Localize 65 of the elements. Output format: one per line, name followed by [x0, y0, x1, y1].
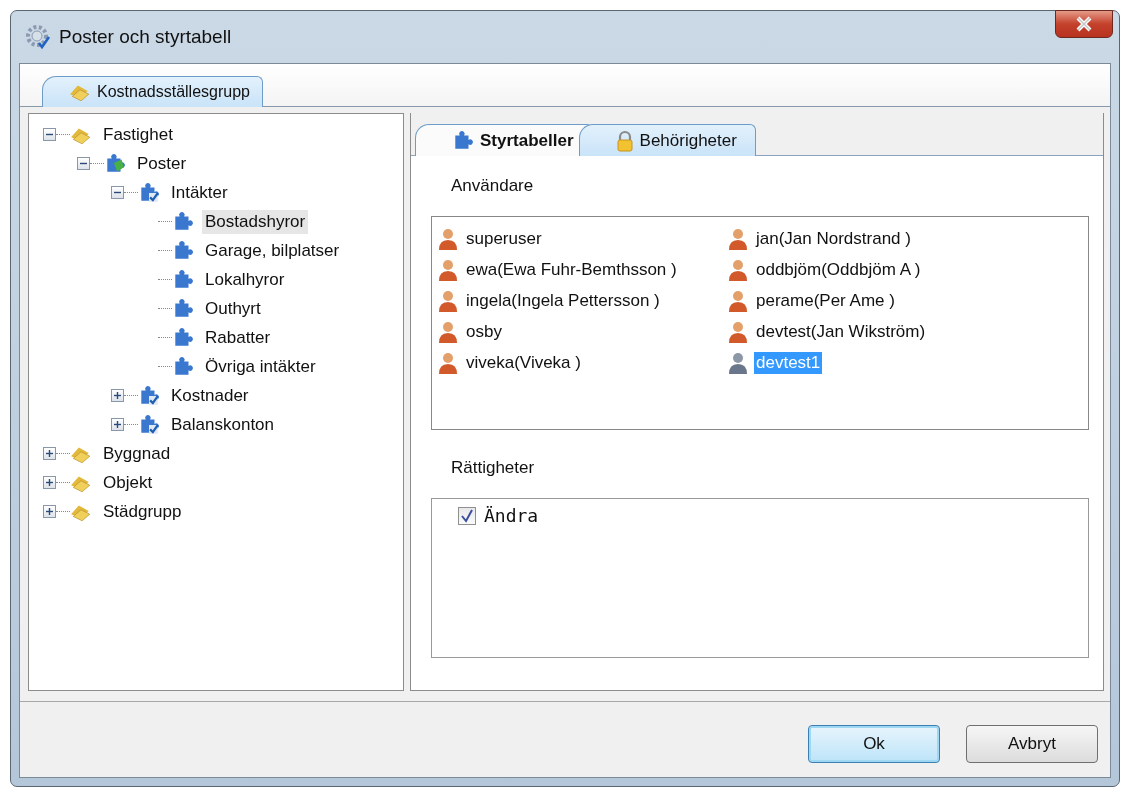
collapse-icon[interactable] — [111, 186, 124, 199]
close-button[interactable] — [1055, 10, 1113, 38]
tree-item[interactable]: Rabatter — [202, 325, 274, 350]
puzzle-icon — [138, 384, 160, 407]
user-item[interactable]: ewa(Ewa Fuhr-Bemthsson ) — [464, 258, 679, 281]
person-icon — [728, 319, 748, 344]
puzzle-icon — [138, 413, 160, 436]
tree-item[interactable]: Lokalhyror — [202, 267, 288, 292]
gear-icon — [25, 24, 51, 50]
expand-icon[interactable] — [43, 505, 56, 518]
puzzle-icon — [104, 152, 126, 175]
person-icon — [438, 226, 458, 251]
person-icon — [728, 226, 748, 251]
user-item[interactable]: ingela(Ingela Pettersson ) — [464, 289, 662, 312]
puzzle-icon — [172, 355, 194, 378]
user-item[interactable]: perame(Per Ame ) — [754, 289, 897, 312]
tree-item[interactable]: Städgrupp — [100, 499, 185, 524]
collapse-icon[interactable] — [77, 157, 90, 170]
tab[interactable]: Behörigheter — [578, 124, 756, 156]
section-label: Rättigheter — [451, 458, 536, 478]
tree-item[interactable]: Outhyrt — [202, 296, 264, 321]
person-icon — [438, 350, 458, 375]
collapse-icon[interactable] — [43, 128, 56, 141]
puzzle-icon — [172, 268, 194, 291]
puzzle-icon — [138, 181, 160, 204]
tree-item[interactable]: Fastighet — [100, 122, 176, 147]
user-item[interactable]: viveka(Viveka ) — [464, 351, 583, 374]
window-title: Poster och styrtabell — [59, 26, 233, 48]
puzzle-icon — [172, 210, 194, 233]
close-icon — [1074, 16, 1094, 32]
tree-item[interactable]: Garage, bilplatser — [202, 238, 343, 263]
puzzle-icon — [172, 326, 194, 349]
expand-icon[interactable] — [43, 476, 56, 489]
person-icon — [728, 288, 748, 313]
user-item[interactable]: devtest(Jan Wikström) — [754, 320, 928, 343]
user-item[interactable]: superuser — [464, 227, 544, 250]
tree-item[interactable]: Poster — [134, 151, 190, 176]
puzzle-icon — [172, 297, 194, 320]
checkbox-label: Ändra — [484, 505, 539, 526]
expand-icon[interactable] — [43, 447, 56, 460]
tree-item[interactable]: Kostnader — [168, 383, 252, 408]
person-icon — [438, 319, 458, 344]
puzzle-icon — [452, 129, 474, 152]
person-icon — [438, 288, 458, 313]
person-icon — [438, 257, 458, 282]
expand-icon[interactable] — [111, 418, 124, 431]
user-item[interactable]: jan(Jan Nordstrand ) — [754, 227, 913, 250]
tab[interactable]: Kostnadsställesgrupp — [42, 76, 263, 107]
tree-item[interactable]: Intäkter — [168, 180, 231, 205]
checkbox[interactable] — [458, 506, 476, 525]
ok-button[interactable]: Ok — [808, 724, 940, 763]
user-item[interactable]: osby — [464, 320, 504, 343]
tree-item[interactable]: Objekt — [100, 470, 156, 495]
tree-item[interactable]: Balanskonton — [168, 412, 278, 437]
tree-item[interactable]: Byggnad — [100, 441, 174, 466]
person-icon — [728, 257, 748, 282]
section-label: Användare — [451, 176, 535, 196]
puzzle-icon — [172, 239, 194, 262]
lock-icon — [615, 129, 634, 152]
person-icon — [728, 350, 748, 375]
cancel-button[interactable]: Avbryt — [966, 724, 1098, 763]
tree-item[interactable]: Övriga intäkter — [202, 354, 319, 379]
expand-icon[interactable] — [111, 389, 124, 402]
tree-item[interactable]: Bostadshyror — [202, 209, 309, 234]
user-item[interactable]: oddbjöm(Oddbjöm A ) — [754, 258, 923, 281]
